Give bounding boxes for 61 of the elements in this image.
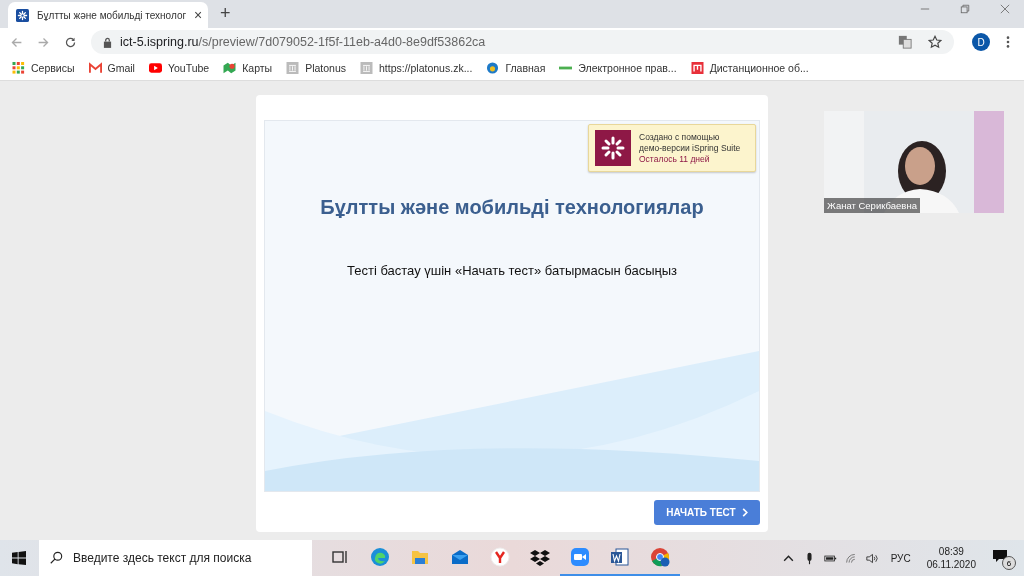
profile-avatar[interactable]: D <box>972 33 990 51</box>
clock-time: 08:39 <box>938 545 964 558</box>
word-document-icon <box>610 547 630 567</box>
address-bar[interactable]: ict-5.ispring.ru/s/preview/7d079052-1f5f-11eb-a4d0-8e9df53862ca <box>91 30 954 54</box>
back-icon[interactable] <box>10 35 23 49</box>
ispring-logo-icon <box>595 130 631 166</box>
bookmark-link[interactable]: YouTube <box>167 62 210 74</box>
speaker-icon[interactable] <box>865 551 879 565</box>
url-text: ict-5.ispring.ru/s/preview/7d079052-1f5f-11eb-a4d0-8e9df53862ca <box>120 35 487 49</box>
close-icon[interactable] <box>1000 4 1010 14</box>
forward-icon[interactable] <box>37 35 50 49</box>
notification-icon[interactable] <box>992 548 1008 564</box>
chrome-icon <box>650 547 670 567</box>
search-icon <box>49 551 63 565</box>
star-icon[interactable] <box>928 35 942 49</box>
notification-count: 6 <box>1002 556 1016 570</box>
bookmark-link[interactable]: https://platonus.zk... <box>379 62 473 74</box>
snowflake-icon <box>16 8 29 22</box>
bookmark-link[interactable]: Сервисы <box>31 62 75 74</box>
notice-text: Создано с помощью <box>639 131 721 143</box>
bookmark-link[interactable]: Главная <box>505 62 546 74</box>
map-pin-icon <box>223 62 237 74</box>
notice-text: демо-версии iSpring Suite <box>639 142 741 154</box>
play-icon <box>148 62 162 74</box>
close-tab-button[interactable]: × <box>194 7 203 23</box>
instruction-text: Тесті бастау үшін «Начать тест» батырмасын басыңыз <box>347 263 677 278</box>
y-browser-icon <box>490 547 510 567</box>
chevron-icon <box>741 508 748 517</box>
wifi-icon[interactable] <box>844 551 858 565</box>
mail-icon <box>450 547 470 567</box>
bookmark-link[interactable]: Карты <box>242 62 273 74</box>
start-test-button[interactable]: НАЧАТЬ ТЕСТ <box>654 500 760 525</box>
edge-icon <box>370 547 390 567</box>
video-camera-icon <box>570 547 590 567</box>
participant-name: Жанат Серикбаевна <box>824 198 920 213</box>
globe-icon <box>486 62 500 74</box>
lock-icon <box>103 36 112 48</box>
clock-date: 06.11.2020 <box>926 558 976 571</box>
apps-grid-icon <box>12 62 25 74</box>
menu-icon[interactable] <box>1006 35 1010 49</box>
bookmark-link[interactable]: Электронное прав... <box>578 62 677 74</box>
building-icon <box>286 62 300 74</box>
m-logo-icon <box>690 62 704 74</box>
bookmark-link[interactable]: Дистанционное об... <box>709 62 809 74</box>
taskbar-search-field[interactable]: Введите здесь текст для поиска <box>39 540 312 576</box>
slide-title: Бұлтты және мобильді технологиялар <box>320 196 704 219</box>
browser-tab[interactable]: Бұлтты және мобильді технолог × <box>8 2 208 28</box>
days-left-text: Осталось 11 дней <box>639 153 711 165</box>
translate-icon[interactable] <box>898 35 912 49</box>
building-icon <box>360 62 373 74</box>
new-tab-button[interactable]: + <box>220 3 231 24</box>
restore-icon[interactable] <box>960 4 970 14</box>
bookmark-link[interactable]: Platonus <box>305 62 346 74</box>
tab-title: Бұлтты және мобильді технолог <box>37 9 187 21</box>
language-indicator[interactable]: РУС <box>890 552 911 564</box>
reload-icon[interactable] <box>64 35 77 49</box>
bookmark-link[interactable]: Gmail <box>107 62 135 74</box>
search-placeholder: Введите здесь текст для поиска <box>73 551 252 565</box>
dropbox-icon <box>530 547 550 567</box>
windows-start-icon[interactable] <box>12 551 26 565</box>
envelope-m-icon <box>88 62 102 74</box>
